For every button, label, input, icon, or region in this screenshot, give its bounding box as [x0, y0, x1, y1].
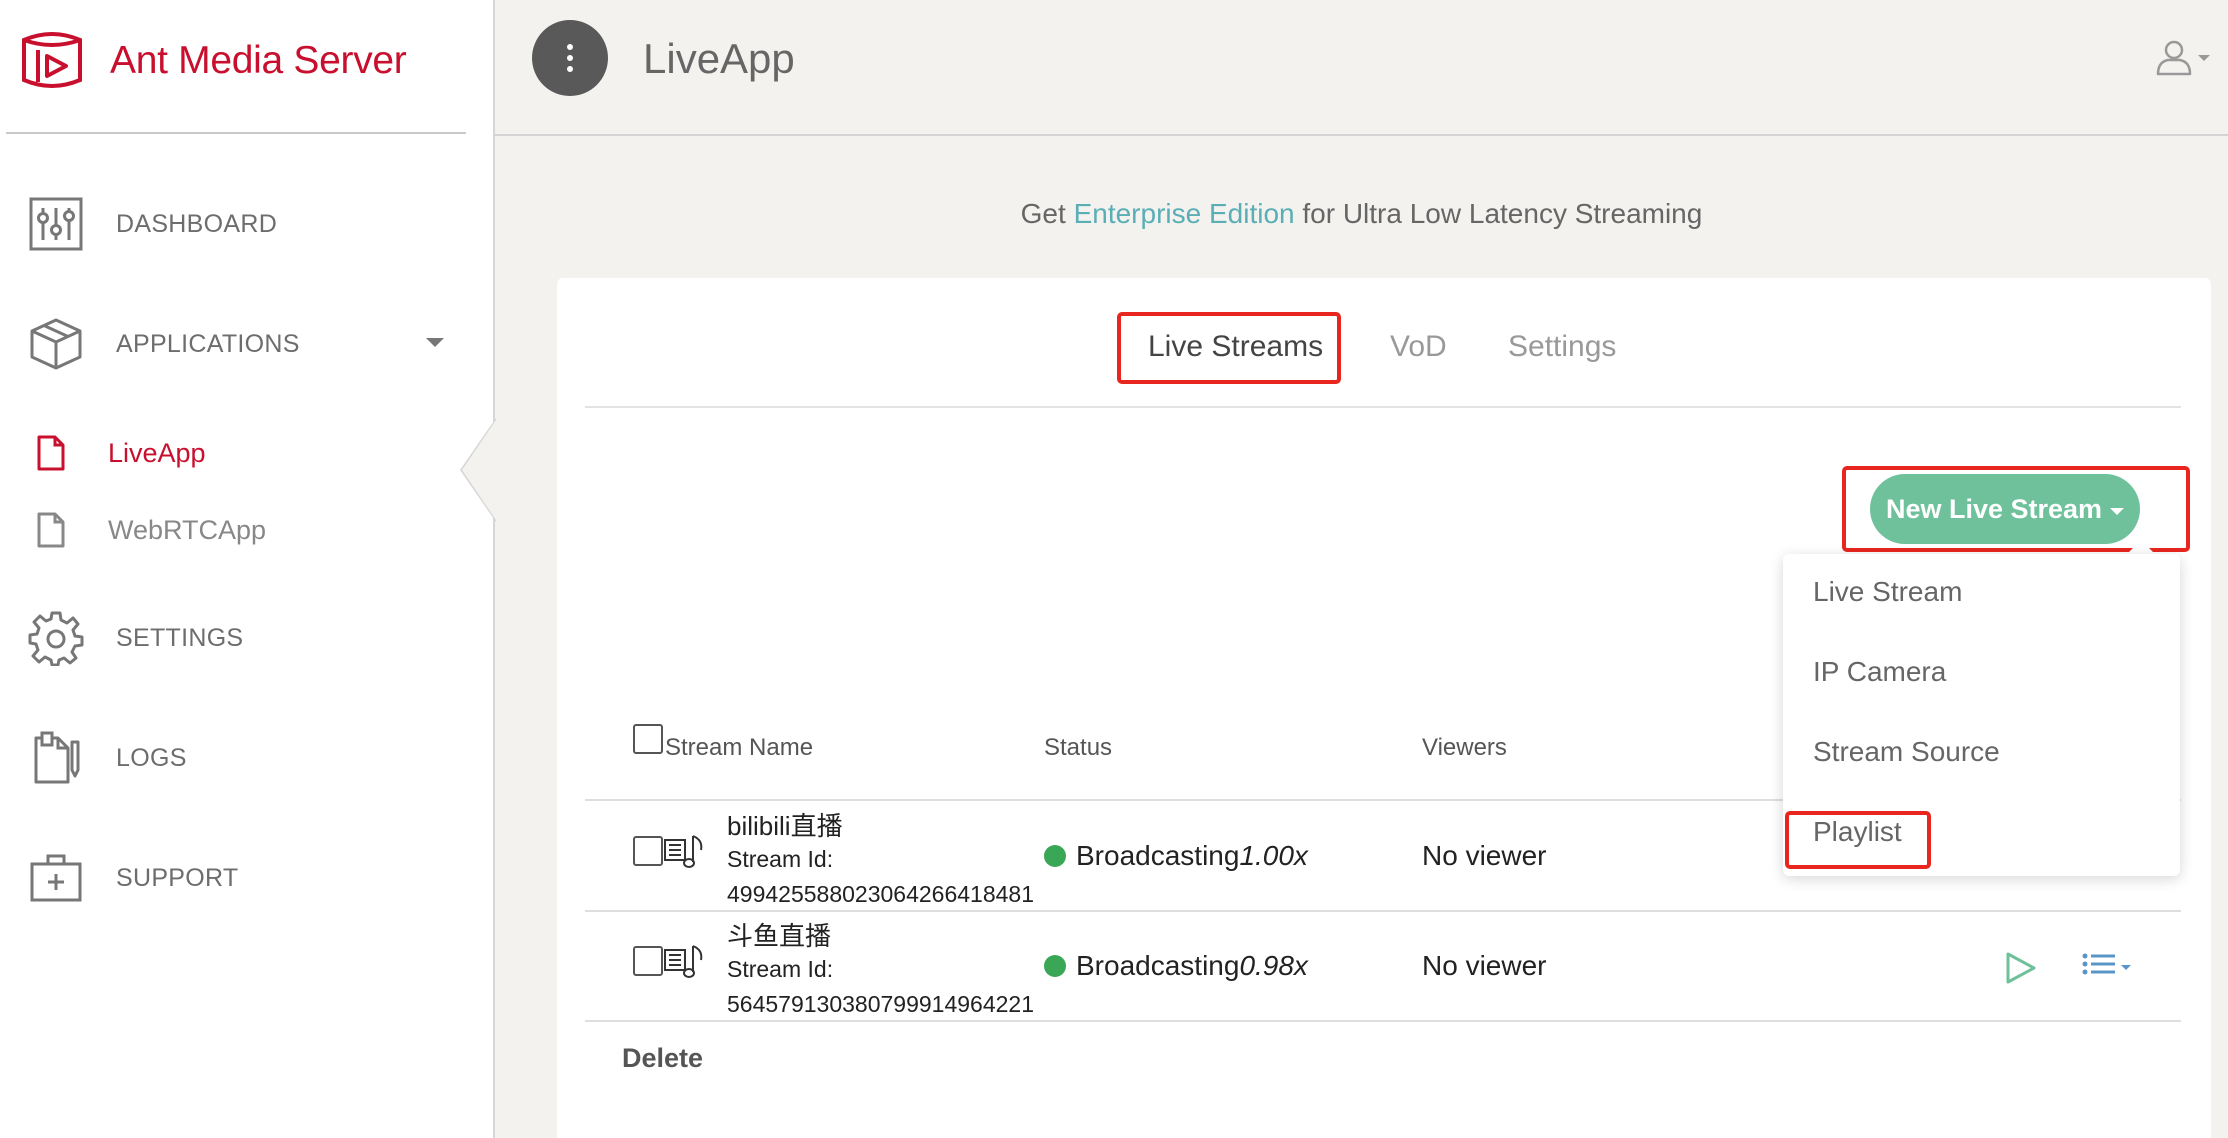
- stream-speed: 0.98x: [1239, 950, 1308, 981]
- tab-live-streams[interactable]: Live Streams: [1148, 330, 1323, 364]
- active-indicator: [462, 420, 496, 520]
- viewer-count: No viewer: [1422, 950, 1547, 981]
- menu-item-live-stream[interactable]: Live Stream: [1813, 576, 1962, 608]
- dropdown-arrow: [2127, 540, 2155, 554]
- play-icon[interactable]: [2002, 950, 2038, 986]
- sidebar-item-label: LOGS: [116, 744, 187, 772]
- column-header-viewers: Viewers: [1422, 734, 1507, 761]
- sidebar-item-label: DASHBOARD: [116, 210, 278, 238]
- brand[interactable]: Ant Media Server: [16, 26, 407, 96]
- sidebar: Ant Media Server DASHBOARD APPLICATIONS: [0, 0, 496, 1138]
- stream-speed: 1.00x: [1239, 840, 1308, 871]
- promo-suffix: for Ultra Low Latency Streaming: [1294, 198, 1703, 229]
- sliders-icon: [29, 197, 83, 251]
- first-aid-kit-icon: [30, 854, 82, 902]
- sidebar-app-webrtcapp[interactable]: WebRTCApp: [0, 501, 493, 561]
- new-live-stream-label: New Live Stream: [1885, 493, 2103, 524]
- viewer-count: No viewer: [1422, 840, 1547, 871]
- sidebar-item-support[interactable]: SUPPORT: [0, 850, 493, 906]
- user-menu-icon[interactable]: [2154, 38, 2212, 78]
- sidebar-app-liveapp[interactable]: LiveApp: [0, 424, 493, 484]
- more-vertical-icon: [567, 44, 573, 72]
- stream-media-icon: [664, 945, 703, 978]
- stream-status: Broadcasting 0.98x: [1044, 950, 1308, 982]
- stream-status: Broadcasting 1.00x: [1044, 840, 1308, 872]
- stream-id-label: Stream Id:: [727, 846, 834, 872]
- stream-name: bilibili直播: [727, 811, 843, 841]
- top-bar: LiveApp: [495, 0, 2228, 136]
- row-checkbox[interactable]: [633, 836, 663, 866]
- tab-settings[interactable]: Settings: [1508, 330, 1616, 364]
- sidebar-item-logs[interactable]: LOGS: [0, 730, 493, 786]
- stream-media-icon: [664, 835, 703, 868]
- sidebar-app-label: LiveApp: [108, 438, 206, 468]
- stream-id: 499425588023064266418481: [727, 881, 1034, 907]
- divider: [585, 1020, 2181, 1022]
- enterprise-edition-link[interactable]: Enterprise Edition: [1074, 198, 1295, 229]
- new-live-stream-button[interactable]: New Live Stream: [1870, 474, 2140, 544]
- tab-vod[interactable]: VoD: [1390, 330, 1447, 364]
- menu-item-playlist[interactable]: Playlist: [1813, 816, 1902, 848]
- divider: [585, 910, 2181, 912]
- sidebar-item-settings[interactable]: SETTINGS: [0, 610, 493, 666]
- stream-id-label: Stream Id:: [727, 956, 834, 982]
- sidebar-app-label: WebRTCApp: [108, 515, 267, 545]
- divider: [6, 132, 466, 134]
- delete-button[interactable]: Delete: [622, 1043, 703, 1074]
- menu-button[interactable]: [532, 20, 608, 96]
- chevron-down-icon: [426, 338, 444, 347]
- page-title: LiveApp: [643, 35, 795, 82]
- sidebar-item-dashboard[interactable]: DASHBOARD: [0, 196, 493, 252]
- status-text: Broadcasting: [1076, 950, 1240, 981]
- column-header-status: Status: [1044, 734, 1113, 761]
- gear-icon: [28, 611, 84, 666]
- sidebar-item-label: APPLICATIONS: [116, 330, 300, 358]
- stream-id: 564579130380799914964221: [727, 991, 1034, 1017]
- promo-prefix: Get: [1020, 198, 1074, 229]
- ant-media-logo-icon: [22, 32, 82, 88]
- sidebar-item-label: SUPPORT: [116, 864, 239, 892]
- status-text: Broadcasting: [1076, 840, 1240, 871]
- sidebar-item-label: SETTINGS: [116, 624, 244, 652]
- row-checkbox[interactable]: [633, 946, 663, 976]
- sidebar-item-applications[interactable]: APPLICATIONS: [0, 316, 493, 372]
- streams-card: Live Streams VoD Settings New Live Strea…: [557, 278, 2211, 1138]
- status-dot-icon: [1044, 845, 1066, 867]
- status-dot-icon: [1044, 955, 1066, 977]
- divider: [585, 406, 2181, 408]
- file-icon: [37, 435, 65, 471]
- column-header-stream-name: Stream Name: [665, 734, 814, 761]
- menu-item-stream-source[interactable]: Stream Source: [1813, 736, 2000, 768]
- stream-name: 斗鱼直播: [727, 921, 832, 951]
- promo-banner: Get Enterprise Edition for Ultra Low Lat…: [495, 198, 2228, 230]
- menu-item-ip-camera[interactable]: IP Camera: [1813, 656, 1946, 688]
- file-icon: [37, 512, 65, 548]
- logs-icon: [34, 731, 80, 784]
- box-icon: [30, 318, 82, 370]
- new-stream-dropdown: Live Stream IP Camera Stream Source Play…: [1783, 554, 2180, 876]
- brand-name: Ant Media Server: [110, 39, 407, 82]
- list-menu-icon[interactable]: [2081, 951, 2135, 981]
- select-all-checkbox[interactable]: [633, 724, 663, 754]
- caret-down-icon: [2110, 507, 2125, 515]
